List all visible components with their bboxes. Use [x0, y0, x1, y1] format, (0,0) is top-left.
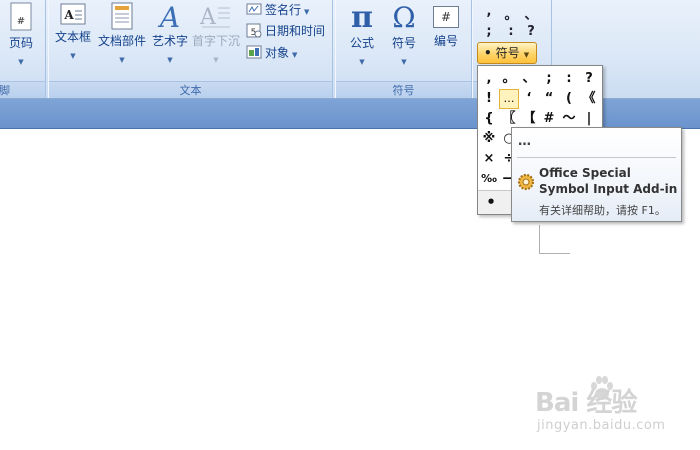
quickparts-label: 文档部件: [97, 34, 146, 48]
chevron-down-icon: ▼: [213, 56, 219, 64]
object-button[interactable]: 对象 ▼: [246, 43, 297, 63]
chevron-down-icon: ▼: [304, 8, 310, 16]
quick-symbol-semicolon[interactable]: ;: [479, 24, 499, 39]
symbol-cell[interactable]: 《: [579, 89, 599, 109]
symbol-cell[interactable]: ‘: [519, 89, 539, 109]
quick-symbol-question[interactable]: ?: [521, 24, 541, 39]
datetime-label: 日期和时间: [265, 24, 326, 38]
watermark-logo-text: Bai 经验: [535, 388, 637, 418]
chevron-down-icon: ▼: [70, 52, 76, 60]
object-label: 对象: [265, 46, 290, 60]
signature-line-button[interactable]: 签名行 ▼: [246, 0, 309, 20]
symbol-cell[interactable]: #: [539, 109, 559, 129]
margin-mark-vertical: [539, 225, 540, 254]
dropcap-button[interactable]: A 首字下沉 ▼: [191, 0, 241, 67]
quick-symbol-comma[interactable]: ,: [479, 4, 499, 19]
signature-line-label: 签名行: [265, 3, 302, 17]
quickparts-button[interactable]: 文档部件 ▼: [97, 0, 147, 67]
symbol-cell[interactable]: ‰: [479, 169, 499, 189]
tooltip-title: …: [518, 134, 531, 149]
page-number-icon: #: [10, 2, 32, 31]
wordart-label: 艺术字: [151, 34, 188, 48]
omega-icon: Ω: [392, 1, 416, 34]
chevron-down-icon: ▼: [167, 56, 173, 64]
signature-icon: [246, 3, 262, 15]
symbol-cell[interactable]: (: [559, 89, 579, 109]
group-label-header-footer: 脚: [0, 81, 45, 98]
chevron-down-icon: ▼: [292, 51, 298, 59]
textbox-icon: A: [60, 3, 86, 25]
symbol-cell[interactable]: ～: [559, 109, 579, 129]
quick-symbol-enum-comma[interactable]: 、: [521, 4, 541, 23]
symbol-cell[interactable]: 【: [519, 109, 539, 129]
baidu-watermark: Bai 经验 jingyan.baidu.com: [535, 372, 695, 442]
symbol-cell[interactable]: ;: [539, 69, 559, 89]
symbol-cell[interactable]: ?: [579, 69, 599, 89]
svg-text:A: A: [157, 2, 180, 30]
group-symbols: π 公式 ▼ Ω 符号 ▼ # 编号 符号: [335, 0, 472, 98]
chevron-down-icon: ▼: [119, 56, 125, 64]
symbol-cell[interactable]: 〖: [499, 109, 519, 129]
symbol-tooltip: … Office Special Symbol Input Add-in 有关详…: [511, 127, 682, 222]
object-icon: [246, 45, 262, 59]
bullet-icon: •: [484, 46, 492, 60]
symbol-cell-selected[interactable]: …: [499, 89, 519, 109]
watermark-site-text: jingyan.baidu.com: [537, 418, 666, 433]
group-label-symbols: 符号: [336, 81, 471, 98]
page-number-label: 页码: [8, 36, 33, 50]
svg-text:#: #: [17, 16, 25, 27]
pi-icon: π: [351, 0, 373, 35]
wordart-button[interactable]: A 艺术字 ▼: [151, 0, 189, 67]
quick-symbol-colon[interactable]: :: [501, 24, 521, 39]
textbox-label: 文本框: [54, 30, 91, 44]
chevron-down-icon: ▼: [523, 51, 530, 59]
equation-label: 公式: [349, 36, 374, 50]
numbering-button[interactable]: # 编号: [426, 0, 466, 48]
symbol-cell[interactable]: •: [481, 192, 501, 212]
symbol-cell[interactable]: ×: [479, 149, 499, 169]
equation-button[interactable]: π 公式 ▼: [342, 0, 382, 69]
chevron-down-icon: ▼: [401, 58, 407, 66]
symbol-cell[interactable]: 。: [499, 69, 519, 89]
symbol-cell[interactable]: :: [559, 69, 579, 89]
chevron-down-icon: ▼: [359, 58, 365, 66]
symbol-cell[interactable]: ※: [479, 129, 499, 149]
special-symbol-dropdown-button[interactable]: • 符号 ▼: [477, 42, 537, 64]
special-symbol-label: 符号: [495, 46, 520, 60]
tooltip-help-text: 有关详细帮助，请按 F1。: [539, 204, 666, 217]
chevron-down-icon: ▼: [18, 58, 24, 66]
quickparts-icon: [111, 2, 133, 30]
tooltip-divider: [517, 157, 676, 158]
number-icon: #: [433, 6, 459, 28]
dropcap-icon: A: [200, 5, 230, 30]
dropcap-label: 首字下沉: [191, 34, 240, 48]
group-label-text: 文本: [49, 81, 332, 98]
calendar-icon: 5: [246, 23, 262, 38]
quick-symbol-period[interactable]: 。: [501, 4, 521, 23]
symbol-button[interactable]: Ω 符号 ▼: [384, 0, 424, 69]
symbol-cell[interactable]: |: [579, 109, 599, 129]
symbol-cell[interactable]: ,: [479, 69, 499, 89]
symbol-label: 符号: [391, 36, 416, 50]
page-number-button[interactable]: # 页码 ▼: [1, 0, 41, 69]
symbol-cell[interactable]: 、: [519, 69, 539, 89]
numbering-label: 编号: [433, 34, 458, 48]
textbox-button[interactable]: A 文本框 ▼: [53, 0, 93, 63]
gear-icon: [517, 173, 535, 191]
datetime-button[interactable]: 5 日期和时间: [246, 21, 325, 41]
margin-mark-horizontal: [539, 253, 570, 254]
svg-text:A: A: [200, 5, 217, 30]
wordart-icon: A: [157, 2, 180, 30]
symbol-cell[interactable]: “: [539, 89, 559, 109]
group-header-footer: # 页码 ▼ 脚: [0, 0, 46, 98]
symbol-cell[interactable]: !: [479, 89, 499, 109]
svg-text:A: A: [63, 8, 74, 22]
symbol-cell[interactable]: {: [479, 109, 499, 129]
tooltip-heading: Office Special Symbol Input Add-in: [539, 166, 678, 196]
